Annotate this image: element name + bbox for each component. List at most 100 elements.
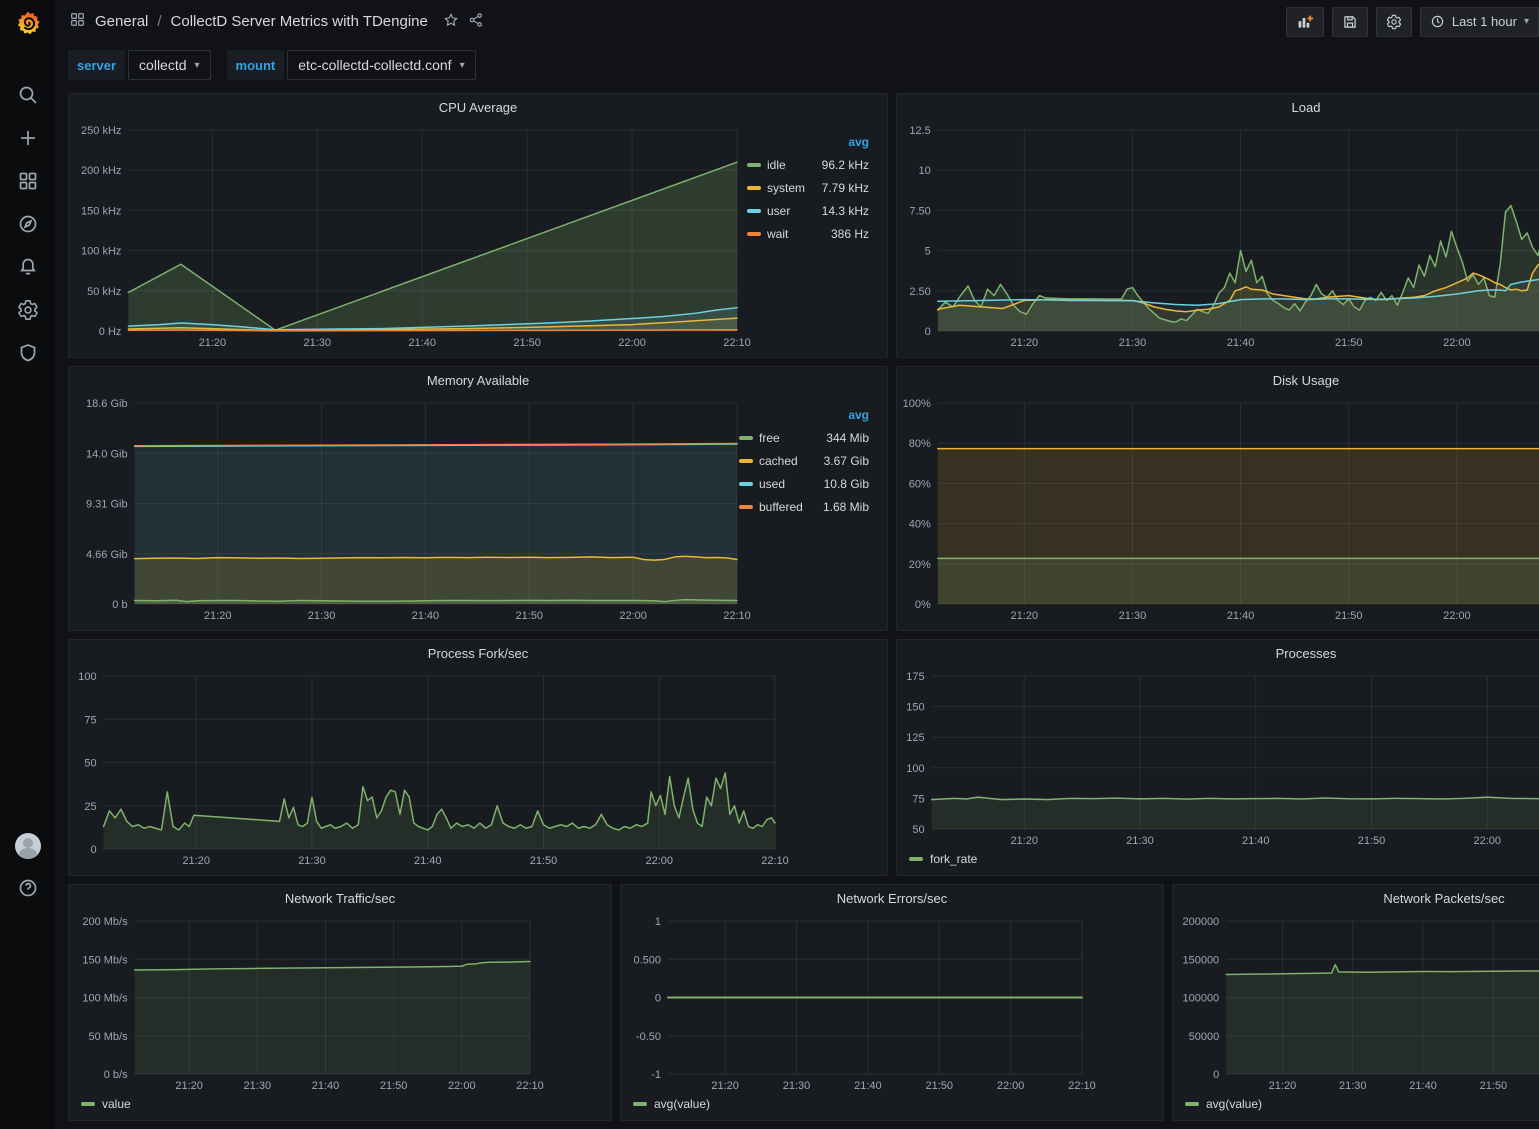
chart-network-traffic[interactable]: 0 b/s50 Mb/s100 Mb/s150 Mb/s200 Mb/s21:2… (73, 913, 607, 1094)
legend-network-packets: avg(value) (1177, 1094, 1539, 1114)
chevron-down-icon: ▾ (1524, 16, 1529, 27)
legend-series-label[interactable]: avg(value) (1206, 1097, 1262, 1111)
panel-title[interactable]: Memory Available (69, 367, 887, 395)
legend-swatch (909, 857, 923, 861)
variable-mount-value[interactable]: etc-collectd-collectd.conf▾ (287, 50, 475, 80)
alerting-bell-icon[interactable] (17, 256, 39, 278)
svg-text:1: 1 (655, 916, 661, 928)
svg-text:150000: 150000 (1182, 954, 1219, 966)
panel-title[interactable]: Network Traffic/sec (69, 885, 611, 913)
svg-text:21:30: 21:30 (783, 1080, 811, 1092)
chart-cpu-average[interactable]: 0 Hz50 kHz100 kHz150 kHz200 kHz250 kHz21… (73, 122, 743, 351)
dashboard-grid-icon (69, 11, 86, 32)
chart-svg[interactable]: 507510012515017521:2021:3021:4021:5022:0… (901, 668, 1539, 849)
chart-svg[interactable]: -1-0.5000.500121:2021:3021:4021:5022:002… (625, 913, 1098, 1094)
configuration-gear-icon[interactable] (17, 299, 39, 321)
chart-network-packets[interactable]: 05000010000015000020000021:2021:3021:402… (1177, 913, 1539, 1094)
create-plus-icon[interactable] (17, 127, 39, 149)
chart-load[interactable]: 02.5057.501012.521:2021:3021:4021:5022:0… (901, 122, 1539, 351)
legend-series-label[interactable]: system (767, 181, 822, 195)
breadcrumb-separator: / (157, 13, 161, 30)
panel-title[interactable]: Processes (897, 640, 1539, 668)
explore-compass-icon[interactable] (17, 213, 39, 235)
svg-text:21:30: 21:30 (1119, 610, 1147, 622)
svg-text:150 kHz: 150 kHz (81, 205, 121, 217)
legend-swatch (1185, 1102, 1199, 1106)
panel-title[interactable]: Network Packets/sec (1173, 885, 1539, 913)
legend-series-avg-value: 1.68 Mib (823, 500, 869, 514)
panel-title[interactable]: Load (897, 94, 1539, 122)
user-avatar[interactable] (15, 833, 41, 859)
svg-text:9.31 Gib: 9.31 Gib (86, 499, 128, 511)
panel-network-errors: Network Errors/sec -1-0.5000.500121:2021… (620, 884, 1164, 1121)
save-dashboard-button[interactable] (1332, 7, 1368, 37)
svg-text:22:00: 22:00 (997, 1080, 1025, 1092)
chart-svg[interactable]: 0 Hz50 kHz100 kHz150 kHz200 kHz250 kHz21… (73, 122, 753, 351)
legend-series-label[interactable]: value (102, 1097, 131, 1111)
legend-series-label[interactable]: wait (767, 227, 822, 241)
legend-series-label[interactable]: avg(value) (654, 1097, 710, 1111)
panel-title[interactable]: Disk Usage (897, 367, 1539, 395)
legend-series-label[interactable]: free (759, 431, 823, 445)
chart-svg[interactable]: 0%20%40%60%80%100%21:2021:3021:4021:5022… (901, 395, 1539, 624)
legend-series-label[interactable]: fork_rate (930, 852, 977, 866)
variable-mount: mount etc-collectd-collectd.conf▾ (227, 50, 476, 80)
variable-server-label[interactable]: server (68, 50, 125, 80)
legend-series-label[interactable]: used (759, 477, 823, 491)
legend-swatch (747, 209, 761, 213)
server-admin-shield-icon[interactable] (17, 342, 39, 364)
chart-svg[interactable]: 02.5057.501012.521:2021:3021:4021:5022:0… (901, 122, 1539, 351)
legend-swatch (739, 505, 753, 509)
svg-text:21:40: 21:40 (412, 610, 440, 622)
legend-series-label[interactable]: buffered (759, 500, 823, 514)
dashboard-settings-button[interactable] (1376, 7, 1412, 37)
svg-text:22:00: 22:00 (619, 610, 647, 622)
svg-text:21:20: 21:20 (1269, 1080, 1297, 1092)
chart-svg[interactable]: 025507510021:2021:3021:4021:5022:0022:10 (73, 668, 791, 869)
breadcrumb-section[interactable]: General (95, 13, 148, 30)
add-panel-button[interactable] (1286, 7, 1324, 37)
grafana-logo[interactable] (0, 0, 55, 46)
panel-title[interactable]: Process Fork/sec (69, 640, 887, 668)
legend-series-label[interactable]: cached (759, 454, 823, 468)
search-icon[interactable] (17, 84, 39, 106)
variable-mount-label[interactable]: mount (227, 50, 285, 80)
svg-text:22:00: 22:00 (1443, 337, 1471, 349)
time-picker-group: Last 1 hour ▾ (1420, 7, 1539, 37)
star-icon[interactable] (443, 12, 459, 32)
svg-text:21:50: 21:50 (925, 1080, 953, 1092)
share-icon[interactable] (468, 12, 484, 32)
chart-network-errors[interactable]: -1-0.5000.500121:2021:3021:4021:5022:002… (625, 913, 1159, 1094)
chart-memory-available[interactable]: 0 b4.66 Gib9.31 Gib14.0 Gib18.6 Gib21:20… (73, 395, 735, 624)
panel-title[interactable]: CPU Average (69, 94, 887, 122)
legend-series-label[interactable]: user (767, 204, 822, 218)
svg-text:0: 0 (90, 844, 96, 856)
legend-swatch (739, 482, 753, 486)
chart-processes[interactable]: 507510012515017521:2021:3021:4021:5022:0… (901, 668, 1539, 849)
legend-series-label[interactable]: idle (767, 158, 822, 172)
svg-text:10: 10 (919, 165, 931, 177)
legend-series-avg-value: 3.67 Gib (823, 454, 869, 468)
svg-text:100000: 100000 (1182, 993, 1219, 1005)
sidebar (0, 0, 55, 1129)
dashboard-title[interactable]: CollectD Server Metrics with TDengine (171, 13, 428, 30)
chart-svg[interactable]: 05000010000015000020000021:2021:3021:402… (1177, 913, 1539, 1094)
legend-series-avg-value: 14.3 kHz (822, 204, 869, 218)
panel-processes: Processes 507510012515017521:2021:3021:4… (896, 639, 1539, 876)
svg-text:21:40: 21:40 (408, 337, 436, 349)
panel-network-packets: Network Packets/sec 05000010000015000020… (1172, 884, 1539, 1121)
help-icon[interactable] (17, 877, 39, 899)
panel-title[interactable]: Network Errors/sec (621, 885, 1163, 913)
svg-text:250 kHz: 250 kHz (81, 125, 121, 137)
variable-server-value[interactable]: collectd▾ (128, 50, 211, 80)
chart-disk-usage[interactable]: 0%20%40%60%80%100%21:2021:3021:4021:5022… (901, 395, 1539, 624)
svg-text:21:20: 21:20 (182, 855, 210, 867)
chart-svg[interactable]: 0 b/s50 Mb/s100 Mb/s150 Mb/s200 Mb/s21:2… (73, 913, 546, 1094)
svg-text:5: 5 (925, 246, 931, 258)
chart-svg[interactable]: 0 b4.66 Gib9.31 Gib14.0 Gib18.6 Gib21:20… (73, 395, 753, 624)
dashboards-icon[interactable] (17, 170, 39, 192)
svg-text:21:20: 21:20 (204, 610, 232, 622)
chart-process-fork[interactable]: 025507510021:2021:3021:4021:5022:0022:10 (73, 668, 883, 869)
svg-text:21:50: 21:50 (513, 337, 541, 349)
time-range-button[interactable]: Last 1 hour ▾ (1420, 7, 1539, 37)
